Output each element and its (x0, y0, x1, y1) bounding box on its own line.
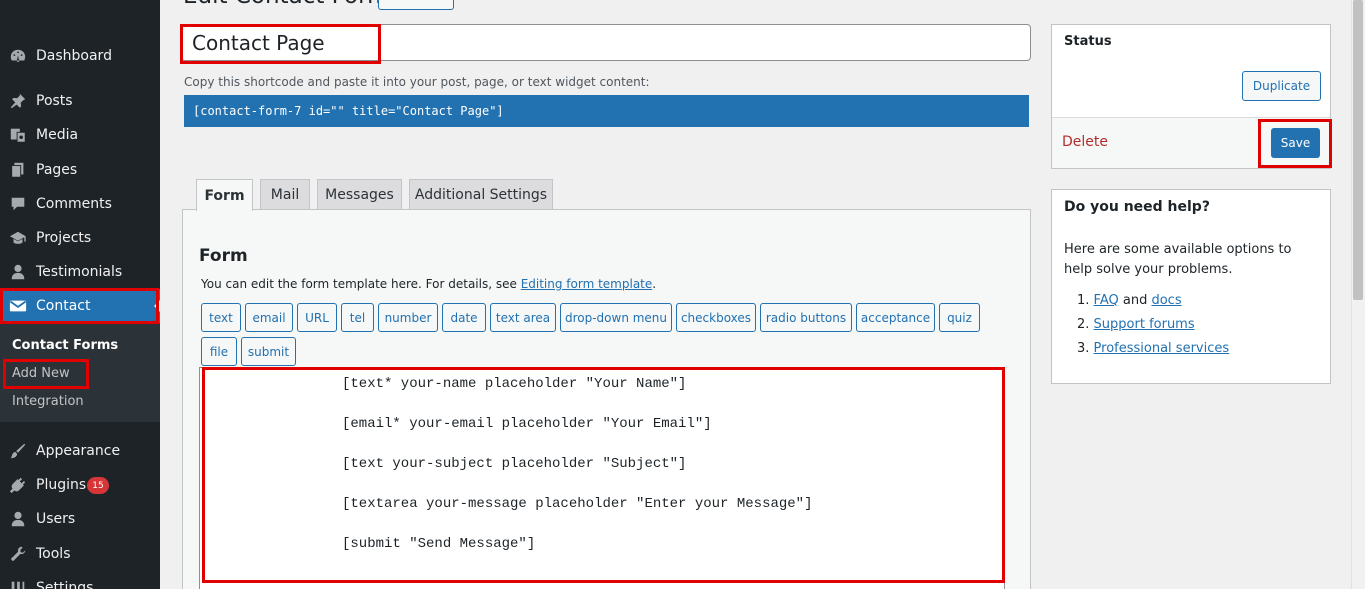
sidebar-item-comments[interactable]: Comments (0, 187, 160, 221)
panel-title: Form (199, 246, 248, 266)
tag-button-acceptance[interactable]: acceptance (856, 303, 935, 332)
tag-button-tel[interactable]: tel (341, 303, 374, 332)
code-line: [email* your-email placeholder "Your Ema… (342, 416, 712, 432)
sidebar-item-label: Plugins (36, 477, 87, 493)
tag-button-text[interactable]: text (201, 303, 241, 332)
list-connector: and (1118, 293, 1152, 308)
help-list-item: 1. FAQ and docs (1077, 293, 1182, 308)
sidebar-item-label: Settings (36, 580, 94, 589)
tab-messages[interactable]: Messages (317, 179, 402, 210)
tag-button-submit[interactable]: submit (241, 337, 296, 366)
form-template-editor[interactable] (199, 367, 1005, 589)
sidebar-item-label: Tools (36, 546, 71, 562)
faq-link[interactable]: FAQ (1094, 293, 1119, 308)
sidebar-item-contact[interactable]: Contact (0, 289, 160, 323)
sidebar-item-label: Pages (36, 162, 78, 178)
sidebar-item-label: Comments (36, 196, 112, 212)
wrench-icon (10, 546, 26, 562)
sidebar-item-label: Projects (36, 230, 92, 246)
tab-mail[interactable]: Mail (260, 179, 310, 210)
tag-button-text-area[interactable]: text area (490, 303, 556, 332)
shortcode-hint: Copy this shortcode and paste it into yo… (184, 75, 650, 89)
sidebar-item-settings[interactable]: Settings (0, 571, 160, 589)
tag-button-date[interactable]: date (442, 303, 486, 332)
add-new-button[interactable] (378, 0, 454, 10)
current-menu-arrow-icon (154, 300, 160, 312)
code-line: [textarea your-message placeholder "Ente… (342, 496, 813, 512)
support-forums-link[interactable]: Support forums (1094, 317, 1195, 332)
media-icon (10, 128, 26, 143)
sidebar-item-label: Testimonials (36, 264, 123, 280)
code-line: [text* your-name placeholder "Your Name"… (342, 376, 687, 392)
submenu-contact-forms[interactable]: Contact Forms (12, 338, 118, 353)
tag-button-file[interactable]: file (201, 337, 237, 366)
settings-icon (11, 581, 25, 589)
sidebar-item-label: Users (36, 511, 76, 527)
tag-button-radio-buttons[interactable]: radio buttons (760, 303, 852, 332)
tab-additional-settings[interactable]: Additional Settings (409, 179, 553, 210)
sidebar-item-posts[interactable]: Posts (0, 84, 160, 118)
page-title: Edit Contact Form (183, 0, 390, 9)
save-button[interactable]: Save (1271, 128, 1320, 158)
scrollbar-thumb[interactable] (1353, 0, 1363, 300)
tag-button-drop-down-menu[interactable]: drop-down menu (560, 303, 672, 332)
sidebar-item-users[interactable]: Users (0, 502, 160, 536)
professional-services-link[interactable]: Professional services (1094, 341, 1230, 356)
status-title: Status (1064, 34, 1112, 49)
sidebar-item-label: Dashboard (36, 48, 112, 64)
list-number: 3. (1077, 341, 1090, 356)
shortcode-field[interactable]: [contact-form-7 id="" title="Contact Pag… (184, 95, 1029, 127)
sidebar-item-testimonials[interactable]: Testimonials (0, 255, 160, 289)
sidebar-item-appearance[interactable]: Appearance (0, 434, 160, 468)
submenu-add-new[interactable]: Add New (12, 366, 70, 381)
description-text: You can edit the form template here. For… (201, 277, 521, 291)
tag-button-email[interactable]: email (245, 303, 293, 332)
list-number: 2. (1077, 317, 1090, 332)
panel-description: You can edit the form template here. For… (201, 277, 656, 291)
admin-sidebar: Dashboard Posts Media Pages Comments Pro… (0, 0, 160, 589)
code-line: [submit "Send Message"] (342, 536, 536, 552)
envelope-icon (9, 300, 27, 312)
graduation-cap-icon (9, 231, 26, 244)
contact-submenu: Contact Forms Add New Integration (0, 323, 160, 422)
users-icon (11, 511, 25, 527)
code-line: [text your-subject placeholder "Subject"… (342, 456, 687, 472)
pin-icon (10, 93, 26, 109)
dashboard-icon (10, 49, 26, 62)
comment-icon (11, 197, 25, 211)
tag-button-number[interactable]: number (378, 303, 438, 332)
delete-link[interactable]: Delete (1062, 134, 1108, 150)
sidebar-item-label: Posts (36, 93, 73, 109)
sidebar-item-label: Appearance (36, 443, 121, 459)
description-end: . (652, 277, 657, 291)
brush-icon (10, 443, 26, 459)
editing-form-template-link[interactable]: Editing form template (521, 277, 653, 291)
sidebar-item-label: Contact (36, 298, 91, 314)
list-number: 1. (1077, 293, 1090, 308)
sidebar-item-label: Media (36, 127, 79, 143)
form-title-input[interactable] (181, 24, 1031, 61)
plug-icon (9, 477, 26, 494)
tab-form[interactable]: Form (196, 179, 253, 211)
tag-button-checkboxes[interactable]: checkboxes (676, 303, 756, 332)
tag-button-url[interactable]: URL (297, 303, 337, 332)
help-list-item: 2. Support forums (1077, 317, 1195, 332)
update-count-badge: 15 (87, 477, 109, 494)
sidebar-item-pages[interactable]: Pages (0, 153, 160, 187)
help-text: Here are some available options to help … (1064, 242, 1292, 277)
sidebar-item-projects[interactable]: Projects (0, 221, 160, 255)
sidebar-item-dashboard[interactable]: Dashboard (0, 39, 160, 73)
user-icon (11, 264, 25, 280)
sidebar-item-media[interactable]: Media (0, 118, 160, 152)
pages-icon (11, 162, 24, 178)
help-title: Do you need help? (1064, 199, 1210, 215)
sidebar-item-tools[interactable]: Tools (0, 537, 160, 571)
tag-button-quiz[interactable]: quiz (939, 303, 980, 332)
help-list-item: 3. Professional services (1077, 341, 1229, 356)
sidebar-item-plugins[interactable]: Plugins 15 (0, 468, 160, 502)
submenu-integration[interactable]: Integration (12, 394, 84, 409)
duplicate-button[interactable]: Duplicate (1242, 71, 1321, 101)
docs-link[interactable]: docs (1151, 293, 1181, 308)
